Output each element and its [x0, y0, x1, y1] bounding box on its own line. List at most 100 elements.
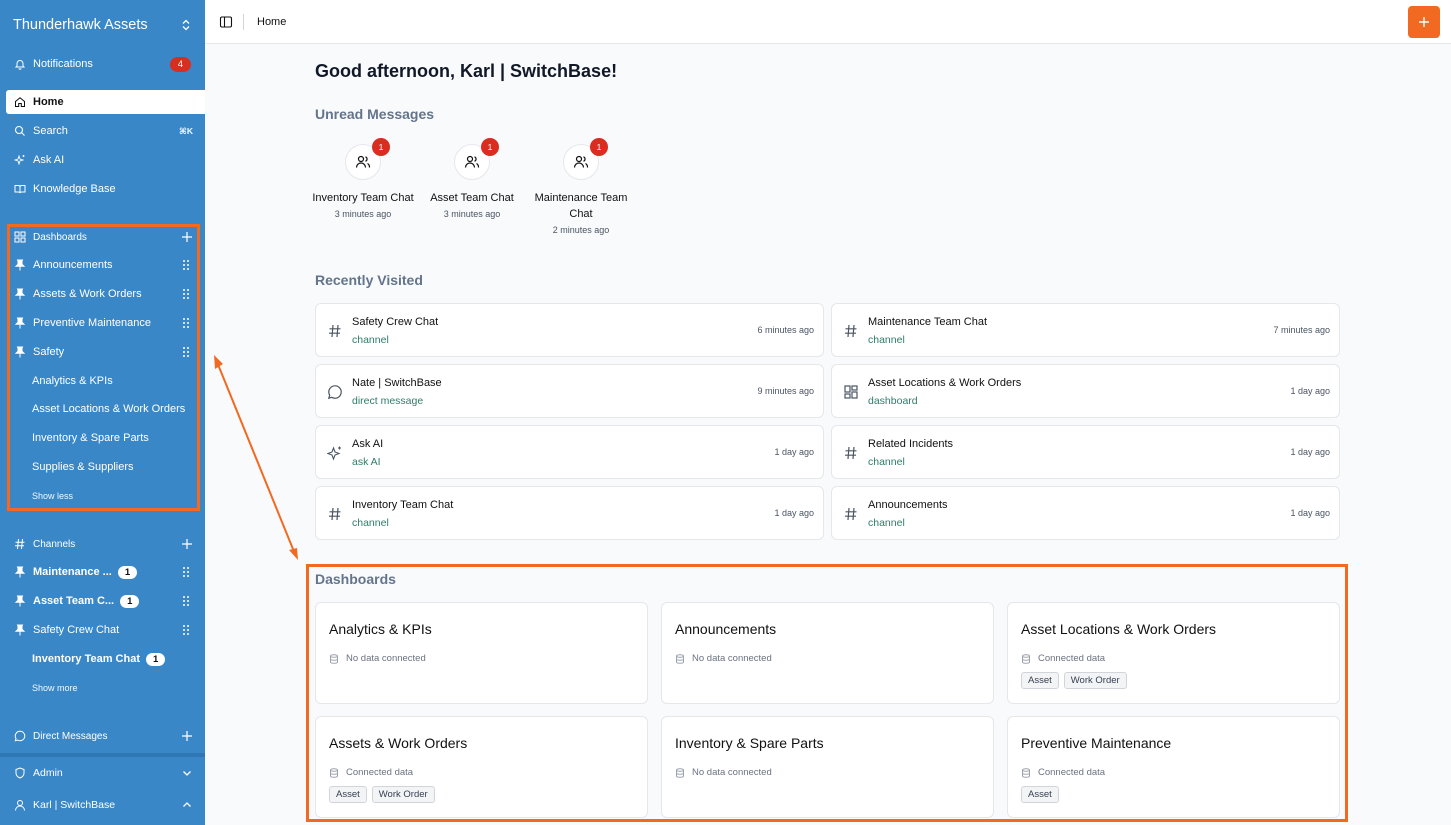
- top-bar: Home: [205, 0, 1451, 44]
- users-icon: [355, 155, 371, 168]
- unread-count-badge: 1: [590, 138, 608, 156]
- users-icon: [464, 155, 480, 168]
- unread-chat-card[interactable]: 1 Inventory Team Chat 3 minutes ago: [308, 138, 418, 219]
- recently-visited-heading: Recently Visited: [315, 272, 423, 288]
- chat-time: 3 minutes ago: [443, 209, 501, 219]
- sidebar-item-ask-ai[interactable]: Ask AI: [6, 148, 205, 172]
- sidebar-item-label: Search: [33, 125, 68, 137]
- recent-item-title: Maintenance Team Chat: [868, 316, 988, 328]
- chat-name: Asset Team Chat: [430, 192, 514, 204]
- recent-item[interactable]: Nate | SwitchBase direct message 9 minut…: [315, 364, 824, 418]
- sidebar-toggle-icon[interactable]: [219, 15, 233, 29]
- recent-item-title: Asset Locations & Work Orders: [868, 377, 1022, 389]
- plus-icon: [1419, 17, 1429, 27]
- hash-icon: [329, 507, 341, 521]
- drag-handle-icon[interactable]: [181, 624, 191, 636]
- unread-count-badge: 1: [372, 138, 390, 156]
- drag-handle-icon[interactable]: [181, 595, 191, 607]
- page-title: Good afternoon, Karl | SwitchBase!: [315, 61, 618, 81]
- recent-item[interactable]: Maintenance Team Chat channel 7 minutes …: [831, 303, 1340, 357]
- sidebar-item-label: Home: [33, 96, 64, 108]
- unread-chat-card[interactable]: 1 Asset Team Chat 3 minutes ago: [417, 138, 527, 219]
- sidebar-item-search[interactable]: Search ⌘K: [6, 119, 205, 143]
- unread-count-badge: 1: [481, 138, 499, 156]
- recent-item-time: 1 day ago: [1290, 447, 1330, 457]
- channels-section-label: Channels: [33, 538, 76, 550]
- bell-icon: [14, 60, 26, 70]
- unread-count-badge: 1: [146, 652, 166, 666]
- direct-messages-section-header[interactable]: Direct Messages: [6, 725, 205, 747]
- chat-avatar: 1: [563, 138, 608, 180]
- drag-handle-icon[interactable]: [181, 566, 191, 578]
- recent-item[interactable]: Ask AI ask AI 1 day ago: [315, 425, 824, 479]
- pin-icon: [14, 624, 26, 636]
- notifications-item[interactable]: Notifications 4: [6, 52, 205, 76]
- chat-time: 2 minutes ago: [552, 225, 610, 235]
- recent-item[interactable]: Related Incidents channel 1 day ago: [831, 425, 1340, 479]
- sidebar-item-channel[interactable]: Inventory Team Chat 1: [6, 647, 205, 671]
- sidebar-item-knowledge-base[interactable]: Knowledge Base: [6, 177, 205, 201]
- channels-section-header[interactable]: Channels: [6, 533, 205, 555]
- chevrons-up-down-icon: [182, 19, 190, 31]
- sidebar-item-label: Ask AI: [33, 154, 65, 166]
- sidebar-item-label: Inventory Team Chat: [32, 653, 140, 665]
- recent-item-time: 7 minutes ago: [1273, 325, 1330, 335]
- notifications-count-badge: 4: [169, 56, 191, 72]
- chevron-up-icon: [183, 802, 191, 807]
- workspace-name: Thunderhawk Assets: [13, 17, 148, 33]
- create-button[interactable]: [1408, 6, 1440, 38]
- sidebar-item-label: Safety Crew Chat: [33, 624, 120, 636]
- add-direct-message-icon[interactable]: [181, 730, 193, 742]
- sidebar-item-channel[interactable]: Maintenance ... 1: [6, 560, 205, 584]
- recent-item-type: dashboard: [868, 395, 918, 407]
- recent-item-type: channel: [868, 334, 905, 346]
- channels-show-more-link[interactable]: Show more: [6, 676, 205, 700]
- chat-avatar: 1: [454, 138, 499, 180]
- sparkle-icon: [14, 154, 25, 166]
- chat-time: 3 minutes ago: [334, 209, 392, 219]
- unread-count-badge: 1: [117, 565, 138, 579]
- pin-icon: [14, 595, 26, 607]
- sidebar-item-channel[interactable]: Safety Crew Chat: [6, 618, 205, 642]
- recent-item-type: channel: [868, 517, 905, 529]
- recent-item-title: Nate | SwitchBase: [352, 377, 442, 389]
- message-circle-icon: [327, 385, 342, 400]
- chat-avatar: 1: [345, 138, 390, 180]
- recent-item-time: 1 day ago: [1290, 508, 1330, 518]
- hash-icon: [845, 324, 857, 338]
- user-menu[interactable]: Karl | SwitchBase: [6, 794, 205, 816]
- sidebar-item-channel[interactable]: Asset Team C... 1: [6, 589, 205, 613]
- add-channel-icon[interactable]: [181, 538, 193, 550]
- recent-item[interactable]: Announcements channel 1 day ago: [831, 486, 1340, 540]
- recent-item[interactable]: Safety Crew Chat channel 6 minutes ago: [315, 303, 824, 357]
- recent-item-time: 1 day ago: [774, 447, 814, 457]
- workspace-switcher[interactable]: Thunderhawk Assets: [0, 0, 205, 50]
- recent-item-title: Ask AI: [352, 438, 384, 450]
- unread-messages-heading: Unread Messages: [315, 106, 435, 122]
- dashboard-icon: [844, 385, 858, 399]
- message-circle-icon: [14, 730, 26, 742]
- breadcrumb: Home: [257, 15, 287, 28]
- shield-icon: [15, 767, 25, 779]
- home-icon: [15, 97, 25, 107]
- recent-item-title: Related Incidents: [868, 438, 953, 450]
- chevron-down-icon: [183, 771, 191, 776]
- book-open-icon: [14, 185, 26, 194]
- recent-item-time: 1 day ago: [774, 508, 814, 518]
- recent-item-type: channel: [352, 517, 389, 529]
- recent-item-type: ask AI: [352, 456, 381, 468]
- recent-item-time: 6 minutes ago: [757, 325, 814, 335]
- recent-item[interactable]: Asset Locations & Work Orders dashboard …: [831, 364, 1340, 418]
- sidebar-item-home[interactable]: Home: [6, 90, 205, 114]
- sidebar-divider: [0, 753, 205, 757]
- recent-item[interactable]: Inventory Team Chat channel 1 day ago: [315, 486, 824, 540]
- show-more-label: Show more: [32, 683, 78, 693]
- unread-chat-card[interactable]: 1 Maintenance Team Chat 2 minutes ago: [526, 138, 636, 235]
- hash-icon: [845, 446, 857, 460]
- recent-item-type: direct message: [352, 395, 424, 407]
- sidebar-item-label: Maintenance ...: [33, 566, 112, 578]
- admin-label: Admin: [33, 767, 63, 779]
- chat-name: Inventory Team Chat: [312, 192, 414, 204]
- admin-menu[interactable]: Admin: [6, 762, 205, 784]
- hash-icon: [15, 538, 25, 550]
